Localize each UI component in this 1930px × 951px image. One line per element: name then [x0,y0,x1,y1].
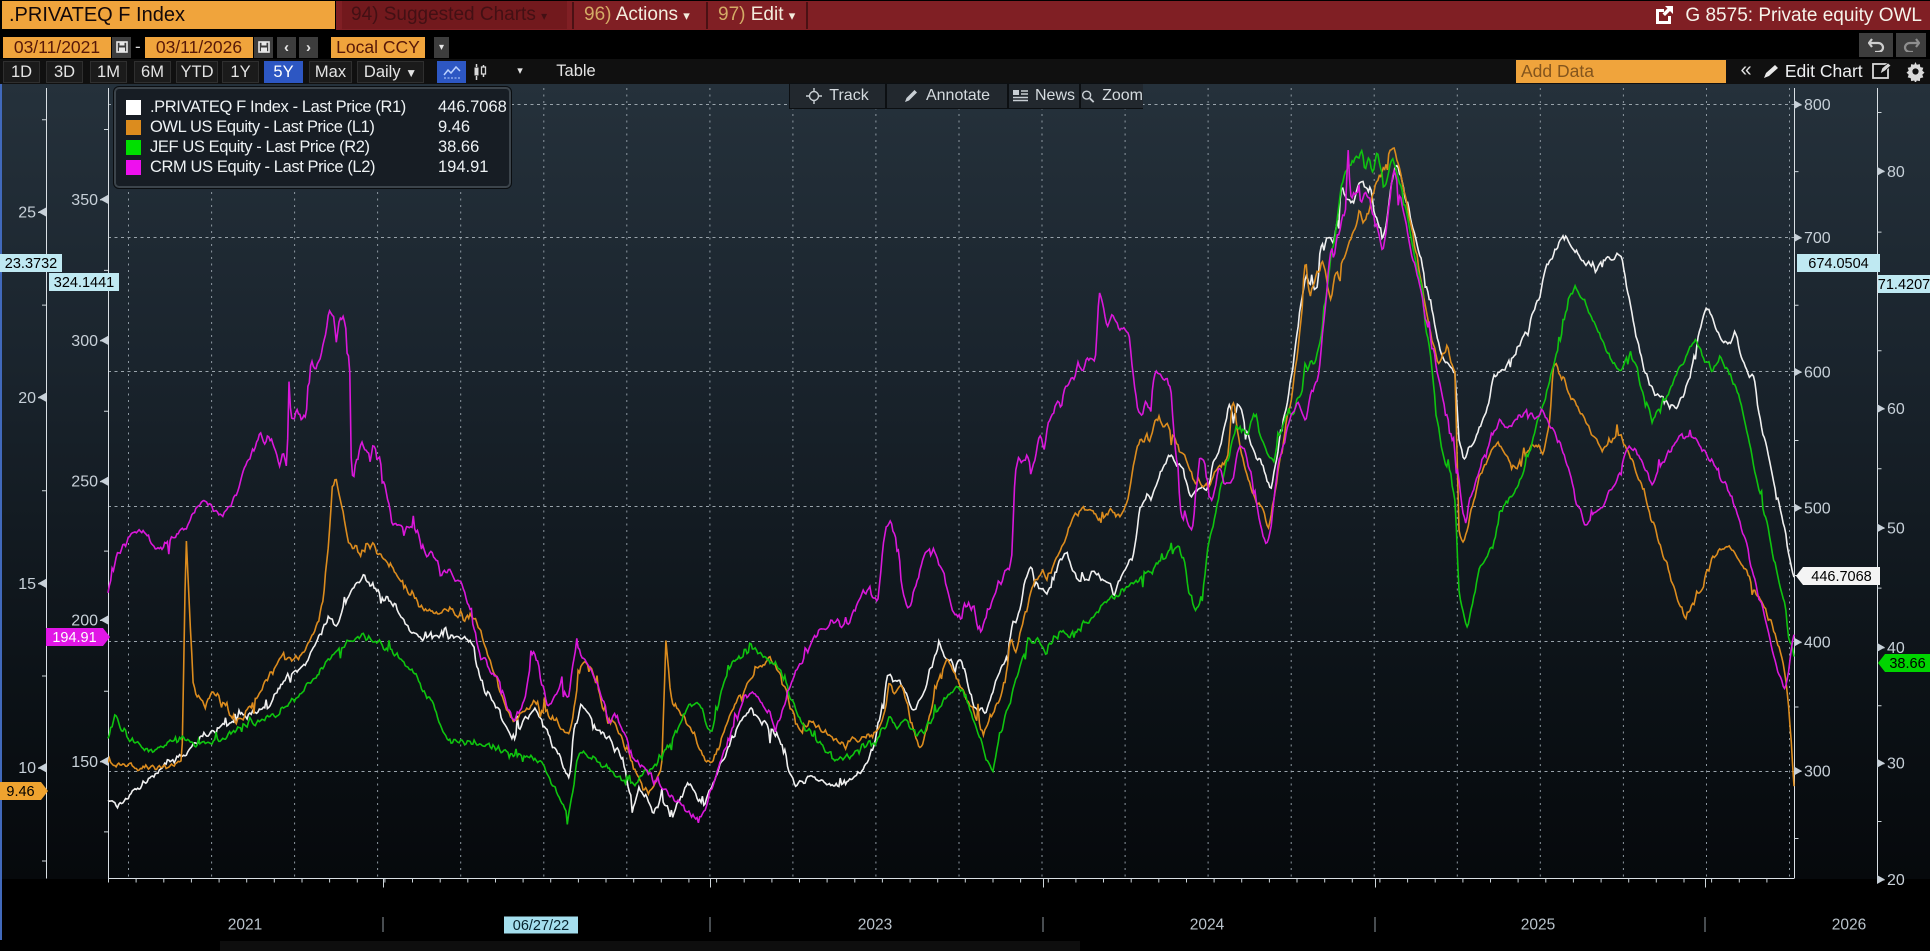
svg-text:250: 250 [71,474,98,491]
svg-text:200: 200 [71,613,98,630]
svg-text:400: 400 [1804,635,1831,652]
svg-text:800: 800 [1804,97,1831,114]
svg-text:23.3732: 23.3732 [5,256,57,272]
svg-text:06/27/22: 06/27/22 [513,918,569,934]
svg-text:2026: 2026 [1832,917,1866,934]
svg-text:324.1441: 324.1441 [54,275,114,291]
svg-text:30: 30 [1887,756,1905,773]
svg-text:15: 15 [18,576,36,593]
svg-text:38.66: 38.66 [1889,656,1925,672]
svg-text:150: 150 [71,754,98,771]
svg-text:300: 300 [71,333,98,350]
svg-text:25: 25 [18,205,36,222]
svg-text:446.7068: 446.7068 [1811,569,1871,585]
svg-text:10: 10 [18,760,36,777]
svg-text:60: 60 [1887,401,1905,418]
svg-text:20: 20 [1887,872,1905,889]
svg-text:194.91: 194.91 [52,630,96,646]
svg-text:80: 80 [1887,164,1905,181]
svg-text:2025: 2025 [1521,917,1555,934]
svg-text:600: 600 [1804,365,1831,382]
svg-text:50: 50 [1887,520,1905,537]
svg-text:2024: 2024 [1190,917,1225,934]
svg-text:700: 700 [1804,230,1831,247]
svg-text:9.46: 9.46 [6,784,34,800]
svg-text:300: 300 [1804,764,1831,781]
svg-text:674.0504: 674.0504 [1808,256,1868,272]
svg-text:500: 500 [1804,500,1831,517]
svg-text:350: 350 [71,192,98,209]
svg-text:2021: 2021 [228,917,262,934]
svg-text:2023: 2023 [858,917,892,934]
svg-text:71.4207: 71.4207 [1878,277,1930,293]
svg-text:20: 20 [18,390,36,407]
